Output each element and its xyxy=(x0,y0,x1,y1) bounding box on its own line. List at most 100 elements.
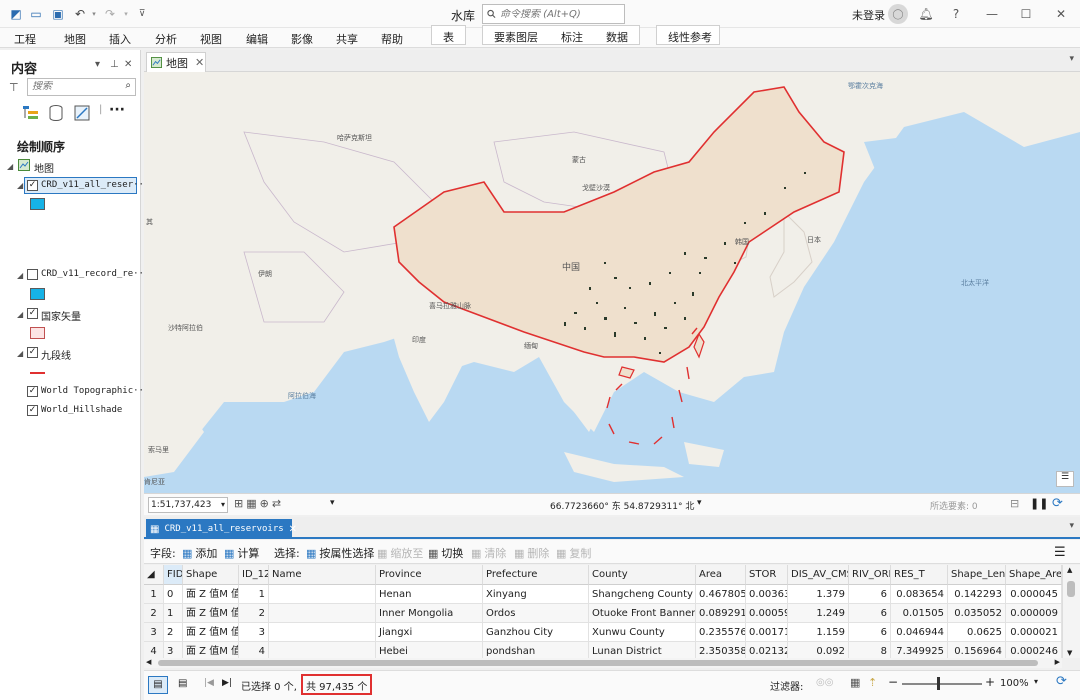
column-header[interactable]: Prefecture xyxy=(483,565,589,585)
tab-share[interactable]: 共享 xyxy=(336,30,358,48)
tab-edit[interactable]: 编辑 xyxy=(246,30,268,48)
layer-checkbox[interactable]: ✓ xyxy=(27,308,38,319)
close-button[interactable]: ✕ xyxy=(1052,5,1070,23)
layer-checkbox[interactable]: ✓ xyxy=(27,347,38,358)
tab-view[interactable]: 视图 xyxy=(200,30,222,48)
collapse-icon[interactable]: ◢ xyxy=(7,162,13,171)
zoom-slider-thumb[interactable] xyxy=(937,677,940,690)
horizontal-scrollbar[interactable]: ◀ ▶ xyxy=(144,658,1062,668)
map-tools-dropdown-icon[interactable]: ▾ xyxy=(330,498,335,508)
table-cell[interactable]: Lunan District xyxy=(589,642,696,658)
table-cell[interactable]: 0.092 xyxy=(788,642,849,658)
table-cell[interactable]: 0.01505 xyxy=(891,604,948,623)
table-cell[interactable]: 0.000246 xyxy=(1006,642,1062,658)
layer-symbol[interactable] xyxy=(30,372,45,374)
scroll-left-icon[interactable]: ◀ xyxy=(146,658,151,666)
collapse-icon[interactable]: ◢ xyxy=(17,310,23,319)
layer-symbol[interactable] xyxy=(30,327,45,339)
column-header[interactable]: Shape_Area xyxy=(1006,565,1062,585)
minimize-button[interactable]: — xyxy=(983,5,1001,23)
undo-dropdown-icon[interactable]: ▾ xyxy=(86,6,102,22)
column-header[interactable]: Name xyxy=(269,565,376,585)
scrollbar-thumb[interactable] xyxy=(158,660,1038,666)
close-tab-icon[interactable]: ✕ xyxy=(195,56,204,69)
reset-icon[interactable]: ⇡ xyxy=(868,676,877,689)
table-cell[interactable]: 0.235576 xyxy=(696,623,746,642)
delete-button[interactable]: ▦ 删除 xyxy=(514,545,549,561)
zoom-slider[interactable] xyxy=(902,683,982,685)
table-cell[interactable]: Henan xyxy=(376,585,483,604)
help-icon[interactable]: ? xyxy=(947,5,965,23)
switch-selection-button[interactable]: ▦ 切换 xyxy=(428,545,463,561)
pin-icon[interactable]: ⊥ xyxy=(110,59,119,70)
layer-symbol[interactable] xyxy=(30,288,45,300)
table-cell[interactable]: 3 xyxy=(164,642,183,658)
table-cell[interactable]: 0.001716 xyxy=(746,623,788,642)
filter-options-icon[interactable]: ▦ xyxy=(850,676,860,689)
contents-search-input[interactable] xyxy=(32,81,118,92)
command-search[interactable] xyxy=(482,4,625,24)
table-cell[interactable] xyxy=(269,642,376,658)
table-cell[interactable]: 0.003638 xyxy=(746,585,788,604)
close-tab-icon[interactable]: ✕ xyxy=(289,524,297,535)
selection-icon[interactable] xyxy=(73,104,91,122)
pause-icon[interactable]: ❚❚ xyxy=(1030,497,1048,510)
table-cell[interactable]: 7.349925 xyxy=(891,642,948,658)
first-record-icon[interactable]: |◀ xyxy=(204,678,214,688)
tab-linear-referencing[interactable]: 线性参考 xyxy=(668,29,712,45)
column-header[interactable]: Shape_Leng xyxy=(948,565,1006,585)
table-cell[interactable]: 2.350358 xyxy=(696,642,746,658)
table-cell[interactable]: 0.0625 xyxy=(948,623,1006,642)
table-cell[interactable]: 1.249 xyxy=(788,604,849,623)
zoom-out-icon[interactable]: − xyxy=(888,675,898,689)
table-cell[interactable]: 0.000593 xyxy=(746,604,788,623)
show-all-records-icon[interactable]: ▤ xyxy=(148,676,168,694)
table-cell[interactable]: Shangcheng County xyxy=(589,585,696,604)
drawing-order-icon[interactable] xyxy=(22,104,40,122)
tab-imagery[interactable]: 影像 xyxy=(291,30,313,48)
column-header[interactable]: County xyxy=(589,565,696,585)
table-cell[interactable]: Ordos xyxy=(483,604,589,623)
login-status[interactable]: 未登录 xyxy=(852,7,885,23)
vertical-scrollbar[interactable]: ▲ ▼ xyxy=(1062,565,1080,658)
table-cell[interactable]: 0.035052 xyxy=(948,604,1006,623)
collapse-icon[interactable]: ◢ xyxy=(17,181,23,190)
command-search-input[interactable] xyxy=(500,8,624,20)
tab-data[interactable]: 数据 xyxy=(606,29,628,45)
table-cell[interactable]: 面 Z 值M 值 xyxy=(183,642,239,658)
tab-feature-layer[interactable]: 要素图层 xyxy=(494,29,538,45)
select-by-attributes-button[interactable]: ▦ 按属性选择 xyxy=(306,545,374,561)
customize-toolbar-icon[interactable]: ⊽ xyxy=(134,6,150,22)
table-cell[interactable]: 1 xyxy=(164,604,183,623)
table-cell[interactable]: 0.142293 xyxy=(948,585,1006,604)
filter-icons[interactable]: ◎◎ xyxy=(816,677,833,688)
map-node-label[interactable]: 地图 xyxy=(34,160,54,175)
contents-search[interactable]: ⌕ xyxy=(27,78,136,96)
map-tools-icons[interactable]: ⊞▦⊕⇄ xyxy=(234,497,284,510)
table-cell[interactable]: 0.021324 xyxy=(746,642,788,658)
table-cell[interactable]: 0 xyxy=(164,585,183,604)
pane-close-icon[interactable]: ✕ xyxy=(124,59,132,70)
row-number[interactable]: 3 xyxy=(144,623,164,642)
attribute-table-grid[interactable]: ◢ FID Shape ID_12 Name Province Prefectu… xyxy=(144,565,1062,658)
row-number[interactable]: 4 xyxy=(144,642,164,658)
notification-bell-icon[interactable]: 🔔︎ xyxy=(917,5,935,23)
layer-name[interactable]: World_Hillshade xyxy=(41,405,122,415)
tab-project[interactable]: 工程 xyxy=(14,30,36,48)
layer-name[interactable]: 九段线 xyxy=(41,347,71,362)
table-cell[interactable]: Inner Mongolia xyxy=(376,604,483,623)
tab-map[interactable]: 地图 xyxy=(64,30,86,48)
column-header[interactable]: ID_12 xyxy=(239,565,269,585)
table-cell[interactable] xyxy=(269,585,376,604)
tab-insert[interactable]: 插入 xyxy=(109,30,131,48)
clear-selection-button[interactable]: ▦ 清除 xyxy=(471,545,506,561)
open-project-icon[interactable]: ▭ xyxy=(28,6,44,22)
column-header[interactable]: STOR xyxy=(746,565,788,585)
table-cell[interactable]: 面 Z 值M 值 xyxy=(183,585,239,604)
map-notes-icon[interactable]: ☰ xyxy=(1056,471,1074,487)
tab-list-icon[interactable]: ▾ xyxy=(1069,54,1074,64)
column-header[interactable]: Shape xyxy=(183,565,239,585)
last-record-icon[interactable]: ▶| xyxy=(222,678,232,688)
scale-selector[interactable]: 1:51,737,423 ▾ xyxy=(148,497,228,513)
tab-analysis[interactable]: 分析 xyxy=(155,30,177,48)
